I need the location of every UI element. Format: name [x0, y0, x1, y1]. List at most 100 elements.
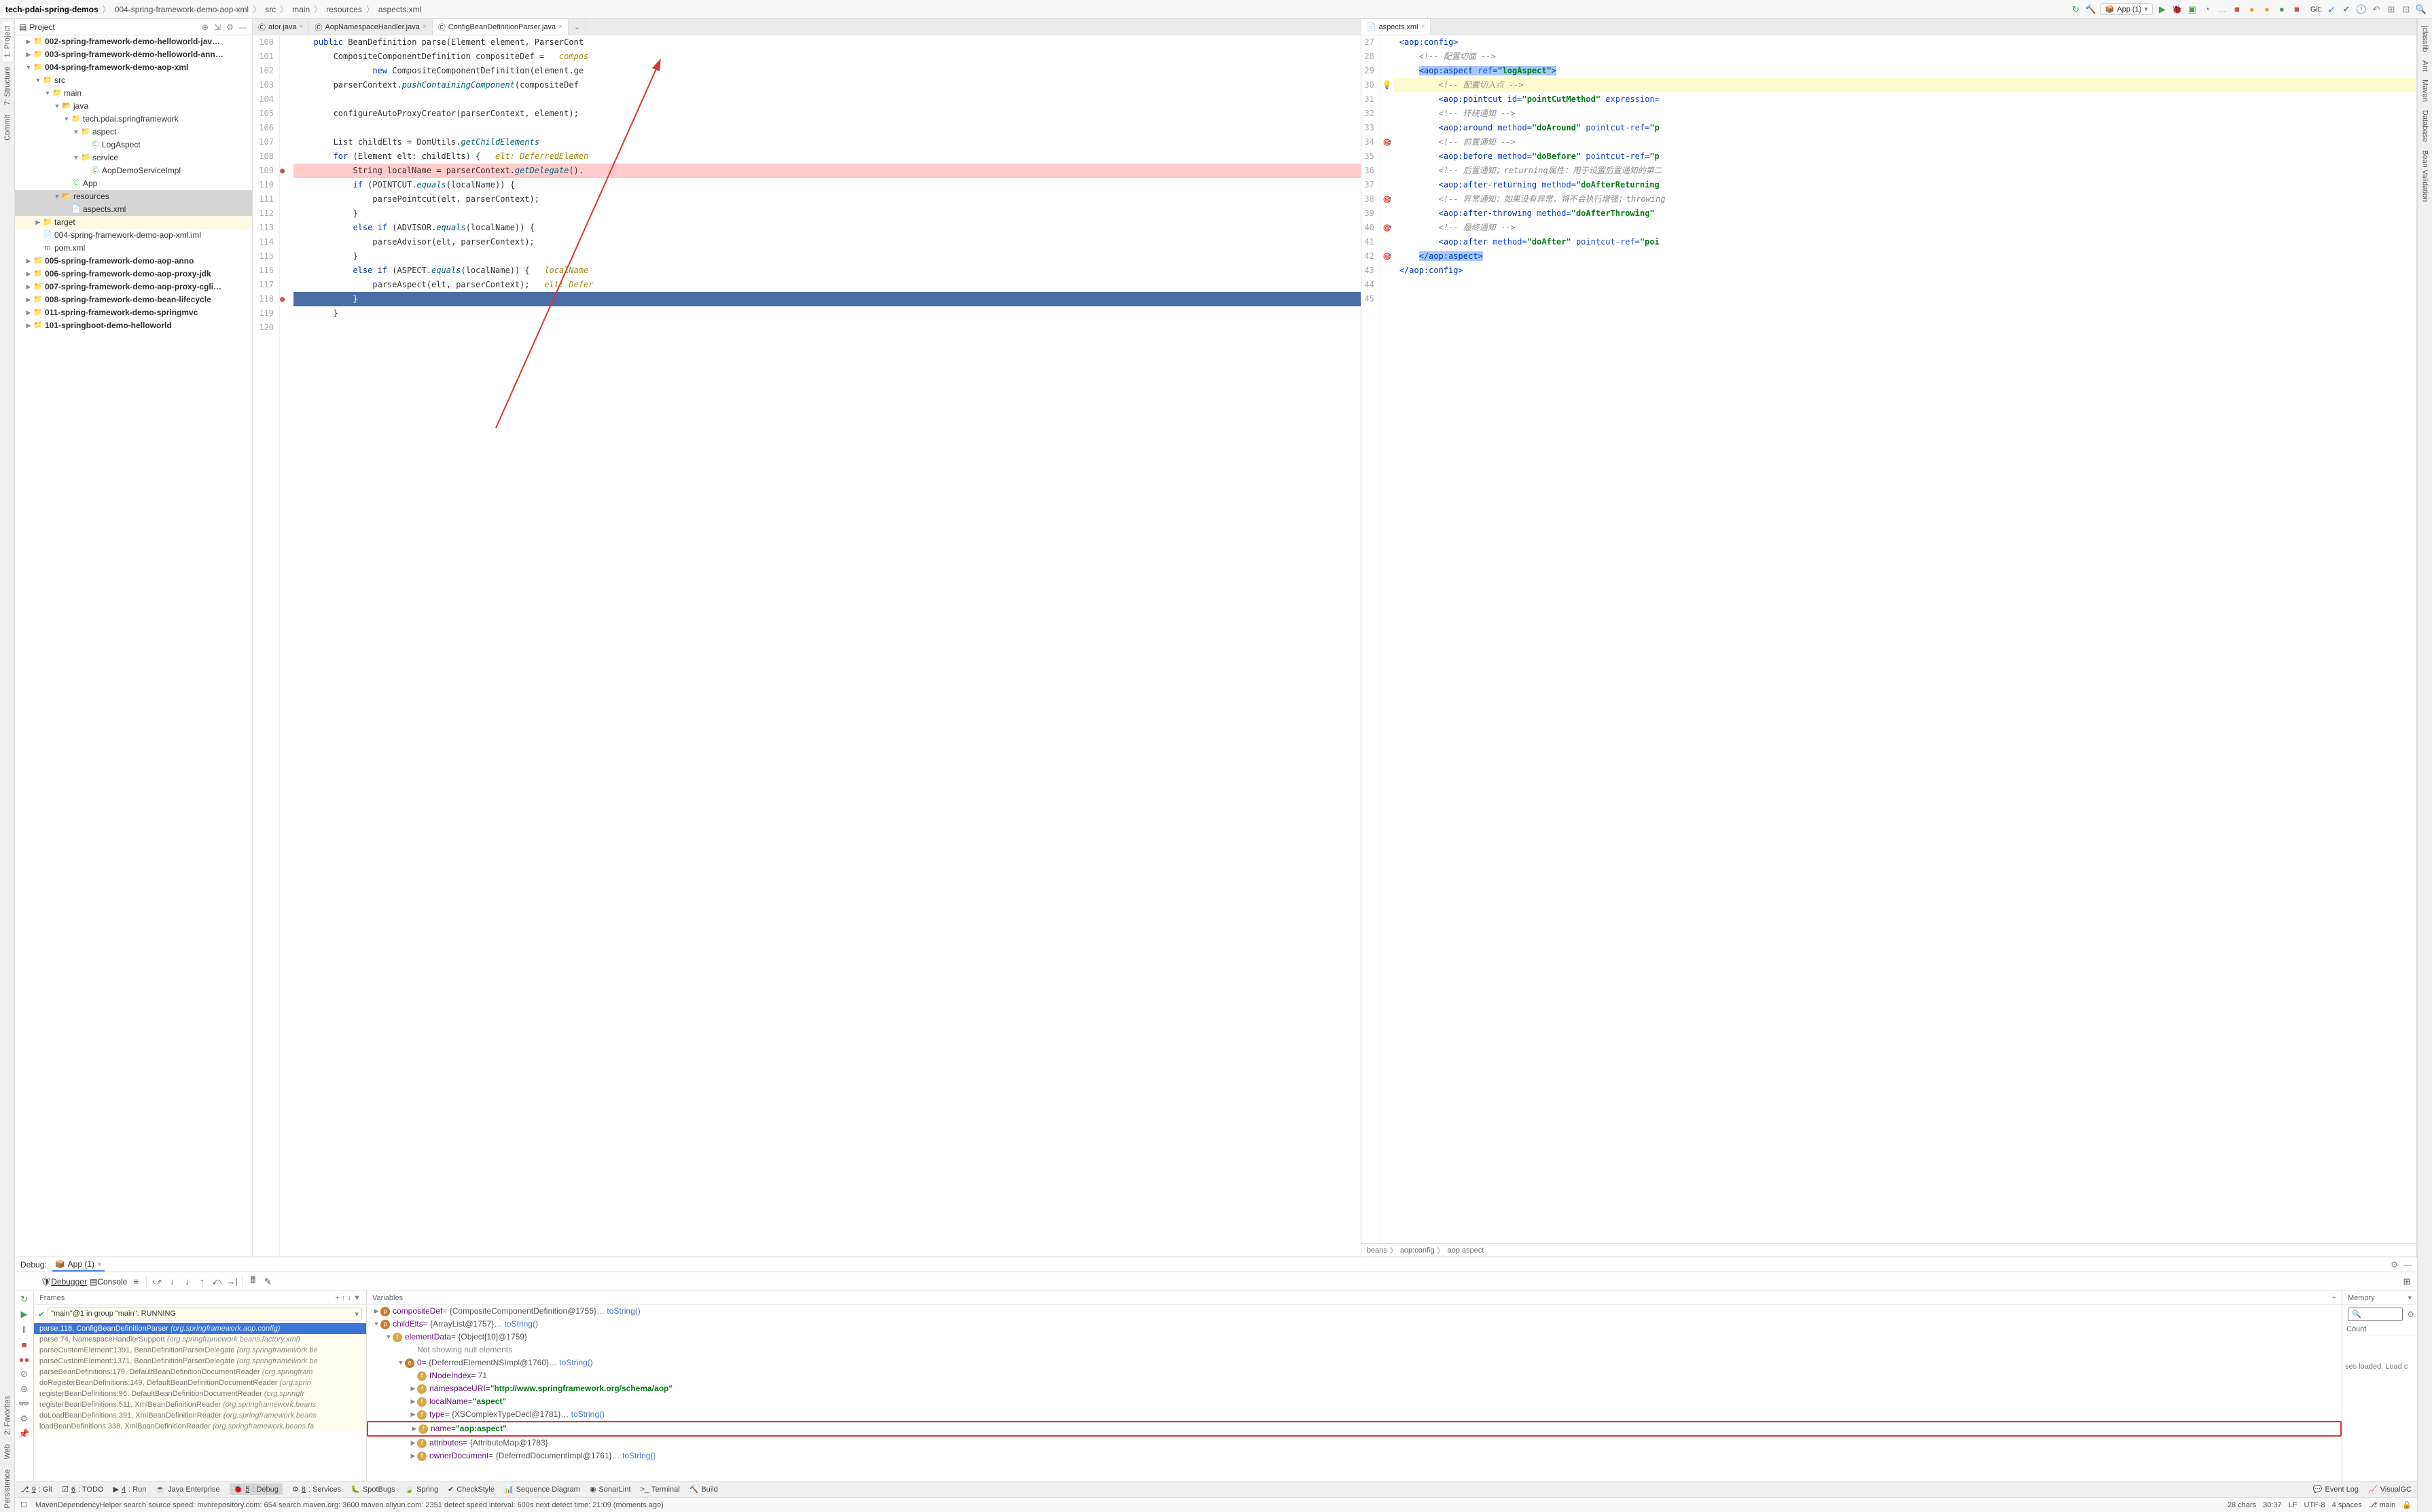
tree-row[interactable]: ▶📁011-spring-framework-demo-springmvc — [15, 306, 252, 319]
editor-tabs-left[interactable]: Ⓒator.java×ⒸAopNamespaceHandler.java×ⒸCo… — [253, 19, 1361, 35]
tree-row[interactable]: ▶📁101-springboot-demo-helloworld — [15, 319, 252, 332]
tool-tab[interactable]: Maven — [2420, 75, 2430, 106]
variable-row[interactable]: ▶fownerDocument = {DeferredDocumentImpl@… — [367, 1450, 2342, 1462]
add-icon[interactable]: + — [335, 1294, 339, 1302]
run-to-cursor-icon[interactable]: →| — [226, 1276, 238, 1288]
tree-row[interactable]: ▶📁006-spring-framework-demo-aop-proxy-jd… — [15, 268, 252, 281]
tool-tab[interactable]: Persistence — [3, 1465, 12, 1512]
frame-row[interactable]: parse:74, NamespaceHandlerSupport (org.s… — [34, 1334, 366, 1345]
frame-row[interactable]: registerBeanDefinitions:511, XmlBeanDefi… — [34, 1399, 366, 1410]
tree-row[interactable]: 📄004-spring-framework-demo-aop-xml.iml — [15, 229, 252, 242]
tool-window-button[interactable]: ▶4: Run — [113, 1483, 146, 1495]
icon-1[interactable]: ● — [2247, 4, 2257, 15]
tree-row[interactable]: ▼📂resources — [15, 190, 252, 203]
memory-search-input[interactable] — [2348, 1308, 2403, 1321]
step-over-icon[interactable]: ⤻ — [151, 1276, 163, 1288]
editor-breadcrumb[interactable]: beans〉aop:config〉aop:aspect — [1361, 1243, 2416, 1257]
frame-row[interactable]: parse:118, ConfigBeanDefinitionParser (o… — [34, 1323, 366, 1334]
right-gutter[interactable]: 27282930313233343536373839404142434445 — [1361, 35, 1380, 1243]
variable-row[interactable]: Not showing null elements — [367, 1344, 2342, 1356]
tree-row[interactable]: ▶📁002-spring-framework-demo-helloworld-j… — [15, 35, 252, 48]
breadcrumb[interactable]: tech-pdai-spring-demos〉004-spring-framew… — [5, 3, 2071, 15]
gear-icon[interactable]: ⚙ — [2391, 1260, 2398, 1270]
tool-window-button[interactable]: 📊Sequence Diagram — [504, 1483, 580, 1495]
tree-row[interactable]: ▶📁008-spring-framework-demo-bean-lifecyc… — [15, 293, 252, 306]
force-step-into-icon[interactable]: ↓ — [181, 1276, 193, 1288]
close-icon[interactable]: × — [558, 23, 562, 31]
variable-row[interactable]: ▶fattributes = {AttributeMap@1783} — [367, 1437, 2342, 1450]
left-editor[interactable]: public BeanDefinition parse(Element elem… — [293, 35, 1361, 1257]
close-icon[interactable]: × — [97, 1259, 102, 1269]
tool-window-button[interactable]: >_Terminal — [641, 1483, 680, 1495]
frame-row[interactable]: loadBeanDefinitions:338, XmlBeanDefiniti… — [34, 1421, 366, 1432]
tree-row[interactable]: ▶📁005-spring-framework-demo-aop-anno — [15, 255, 252, 268]
tool-window-button[interactable]: ✔CheckStyle — [448, 1483, 495, 1495]
tool-window-button[interactable]: ⎇9: Git — [20, 1483, 52, 1495]
variable-row[interactable]: ▼pchildElts = {ArrayList@1757} … toStrin… — [367, 1318, 2342, 1331]
run-icon[interactable]: ▶ — [2157, 4, 2168, 15]
tool-tab[interactable]: 7: Structure — [3, 62, 12, 109]
tool-window-button[interactable]: 📈VisualGC — [2368, 1485, 2412, 1494]
tree-row[interactable]: ▼📁tech.pdai.springframework — [15, 113, 252, 126]
frame-row[interactable]: parseCustomElement:1371, BeanDefinitionP… — [34, 1356, 366, 1367]
editor-tab[interactable]: ⒸConfigBeanDefinitionParser.java× — [433, 19, 569, 35]
variable-row[interactable]: ▼felementData = {Object[10]@1759} — [367, 1331, 2342, 1344]
tree-row[interactable]: ▼📁src — [15, 74, 252, 87]
git-more-icon[interactable]: ⊞ — [2386, 4, 2397, 15]
editor-tab[interactable]: 📄aspects.xml× — [1361, 19, 1431, 35]
variable-row[interactable]: ▼e0 = {DeferredElementNSImpl@1760} … toS… — [367, 1356, 2342, 1369]
tool-window-button[interactable]: 🍃Spring — [405, 1483, 439, 1495]
get-thread-icon[interactable]: ⊛ — [19, 1384, 30, 1394]
tool-window-button[interactable]: 💬Event Log — [2313, 1485, 2359, 1494]
gear-icon[interactable]: ⚙ — [2407, 1310, 2414, 1319]
filter-icon[interactable]: ▼ — [353, 1294, 361, 1302]
trace-icon[interactable]: ✎ — [262, 1276, 274, 1288]
tree-row[interactable]: ▶📁007-spring-framework-demo-aop-proxy-cg… — [15, 281, 252, 293]
mute-icon[interactable]: ⊘ — [19, 1369, 30, 1380]
tool-window-button[interactable]: ☑6: TODO — [62, 1483, 104, 1495]
settings-icon[interactable]: ⚙ — [19, 1414, 30, 1424]
icon-3[interactable]: ● — [2276, 4, 2287, 15]
evaluate-icon[interactable]: 🖩 — [247, 1276, 259, 1288]
frame-row[interactable]: parseCustomElement:1391, BeanDefinitionP… — [34, 1345, 366, 1356]
tree-row[interactable]: ⒸAopDemoServiceImpl — [15, 164, 252, 177]
tool-window-button[interactable]: ⚙8: Services — [292, 1483, 341, 1495]
hide-icon[interactable]: — — [238, 22, 248, 32]
frame-row[interactable]: parseBeanDefinitions:179, DefaultBeanDef… — [34, 1367, 366, 1378]
debug-run-tab[interactable]: 📦 App (1) × — [52, 1258, 105, 1272]
pin-icon[interactable]: 📌 — [19, 1428, 30, 1439]
variable-row[interactable]: ffNodeIndex = 71 — [367, 1369, 2342, 1382]
layout-icon[interactable]: ⊞ — [2401, 1276, 2413, 1288]
pause-icon[interactable]: ‖ — [19, 1324, 30, 1335]
search-icon[interactable]: 🔍 — [2416, 4, 2427, 15]
tool-tab[interactable]: 2: Favorites — [3, 1392, 12, 1439]
debugger-tab[interactable]: 🛡Debugger — [41, 1277, 87, 1286]
variable-row[interactable]: ▶fnamespaceURI = "http://www.springframe… — [367, 1382, 2342, 1395]
icon-2[interactable]: ● — [2261, 4, 2272, 15]
attach-icon[interactable]: … — [2217, 4, 2228, 15]
frames-list[interactable]: parse:118, ConfigBeanDefinitionParser (o… — [34, 1323, 366, 1481]
project-tree[interactable]: ▶📁002-spring-framework-demo-helloworld-j… — [15, 35, 252, 1257]
bottom-tool-bar[interactable]: ⎇9: Git ☑6: TODO ▶4: Run ☕Java Enterprise 🐞5… — [15, 1481, 2417, 1497]
debug-icon[interactable]: 🐞 — [2172, 4, 2183, 15]
threads-icon[interactable]: ≡ — [130, 1276, 142, 1288]
project-combo-icon[interactable]: ▤ — [19, 22, 26, 32]
coverage-icon[interactable]: ▣ — [2187, 4, 2198, 15]
tool-window-button[interactable]: ☕Java Enterprise — [156, 1483, 219, 1495]
tree-row[interactable]: ⒸLogAspect — [15, 139, 252, 151]
tool-window-button[interactable]: 🐞5: Debug — [230, 1483, 283, 1495]
frame-row[interactable]: doRegisterBeanDefinitions:149, DefaultBe… — [34, 1378, 366, 1388]
close-icon[interactable]: × — [1421, 23, 1425, 31]
tree-row[interactable]: 📄aspects.xml — [15, 203, 252, 216]
tree-row[interactable]: ▼📁service — [15, 151, 252, 164]
tree-row[interactable]: ▶📁target — [15, 216, 252, 229]
editor-tab[interactable]: ⒸAopNamespaceHandler.java× — [309, 19, 432, 35]
tool-tab[interactable]: Web — [3, 1440, 12, 1463]
resume-icon[interactable]: ▶ — [19, 1309, 30, 1320]
variable-row[interactable]: ▶flocalName = "aspect" — [367, 1395, 2342, 1408]
settings-icon[interactable]: ⊡ — [2401, 4, 2412, 15]
variable-row[interactable]: ▶ftype = {XSComplexTypeDecl@1781} … toSt… — [367, 1408, 2342, 1421]
hide-icon[interactable]: — — [2403, 1260, 2412, 1270]
close-icon[interactable]: × — [300, 23, 304, 31]
run-config-selector[interactable]: 📦 App (1) ▾ — [2100, 3, 2153, 15]
